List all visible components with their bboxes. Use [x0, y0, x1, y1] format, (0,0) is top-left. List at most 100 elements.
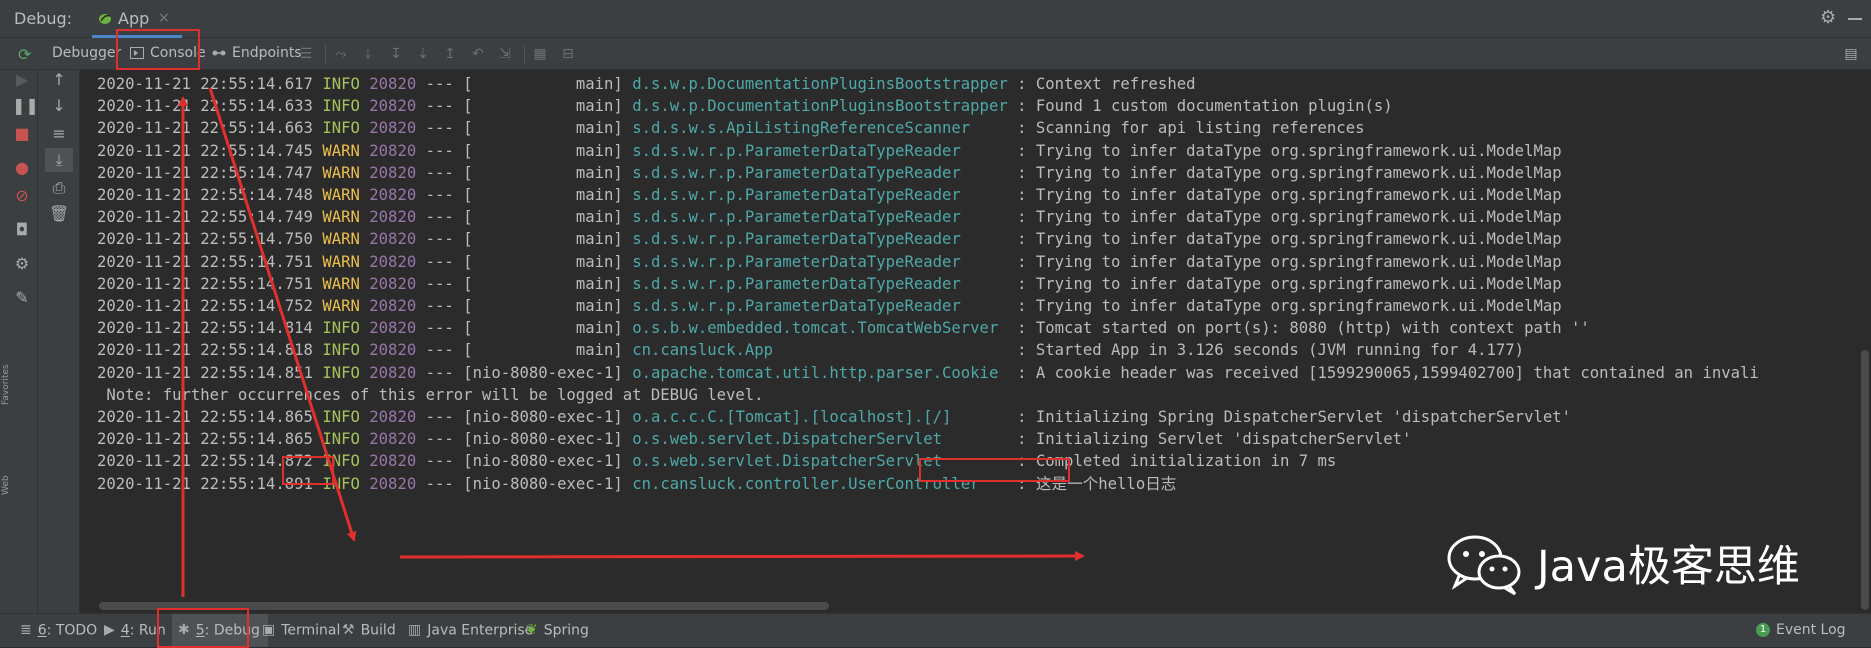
log-thread: [nio-8080-exec-1] — [463, 430, 623, 449]
log-thread: [ main] — [463, 75, 623, 93]
log-logger: s.d.s.w.r.p.ParameterDataTypeReader — [632, 252, 1008, 271]
log-message: : Trying to infer dataType org.springfra… — [1017, 163, 1562, 182]
log-level: INFO — [322, 75, 360, 93]
log-pid: 20820 — [369, 230, 417, 249]
log-thread: [nio-8080-exec-1] — [463, 363, 623, 382]
camera-icon[interactable]: ◘ — [12, 220, 32, 240]
endpoints-icon — [212, 50, 226, 56]
evaluate-expression-icon[interactable]: ▦ — [532, 46, 548, 62]
debug-label: Debug: — [14, 9, 73, 28]
tool-tab-label: : TODO — [46, 622, 98, 639]
close-icon[interactable]: × — [158, 10, 170, 26]
clear-all-icon[interactable]: 🗑 — [49, 204, 69, 224]
tab-endpoints[interactable]: Endpoints — [212, 38, 302, 69]
tool-tab-build[interactable]: ⚒ Build — [342, 614, 396, 647]
log-pid: 20820 — [369, 430, 417, 449]
drop-frame-icon[interactable]: ↶ — [470, 46, 486, 62]
event-log-label: Event Log — [1776, 622, 1846, 638]
side-panel-tab[interactable]: Favorites — [1, 364, 11, 405]
log-separator: --- — [425, 252, 454, 271]
rerun-icon[interactable]: ⟳ — [18, 45, 31, 64]
gear-icon[interactable]: ⚙ — [1820, 9, 1838, 27]
up-arrow-icon[interactable]: ↑ — [49, 70, 69, 90]
run-to-cursor-icon[interactable]: ⇲ — [497, 46, 513, 62]
event-badge: 1 — [1756, 623, 1770, 637]
log-message: : A cookie header was received [15992900… — [1017, 363, 1759, 382]
debug-title-bar: Debug: App × ⚙ — [0, 0, 1871, 38]
log-thread: [ main] — [463, 208, 623, 227]
mute-breakpoints-icon[interactable]: ⊘ — [12, 186, 32, 206]
vertical-scrollbar[interactable] — [1861, 350, 1869, 610]
log-pid: 20820 — [369, 119, 417, 138]
log-thread: [nio-8080-exec-1] — [463, 452, 623, 471]
log-thread: [ main] — [463, 274, 623, 293]
log-logger: s.d.s.w.r.p.ParameterDataTypeReader — [632, 186, 1008, 204]
log-thread: [nio-8080-exec-1] — [463, 408, 623, 426]
log-level: WARN — [322, 186, 360, 204]
log-separator: --- — [425, 141, 454, 160]
tool-tab-terminal[interactable]: ▣ Terminal — [262, 614, 340, 647]
trace-icon[interactable]: ⊟ — [560, 46, 576, 62]
resume-icon[interactable]: ▶ — [12, 70, 32, 90]
pin-icon[interactable]: ✎ — [12, 288, 32, 308]
log-separator: --- — [425, 430, 454, 449]
log-level: INFO — [322, 363, 360, 382]
down-arrow-icon[interactable]: ↓ — [49, 96, 69, 116]
minimize-icon[interactable] — [1848, 18, 1862, 20]
tool-window-bar: ≣ 6: TODO ▶ 4: Run ✱ 5: Debug ▣ Terminal ⚒ Bu… — [0, 608, 1871, 648]
log-message: : Started App in 3.126 seconds (JVM runn… — [1017, 341, 1525, 360]
info-level-highlight-box — [282, 456, 334, 485]
log-separator: --- — [425, 274, 454, 293]
log-pid: 20820 — [369, 452, 417, 471]
log-message: : Scanning for api listing references — [1017, 119, 1365, 138]
log-pid: 20820 — [369, 186, 417, 204]
step-over-icon[interactable]: ⤓ — [360, 46, 376, 62]
log-logger: s.d.s.w.r.p.ParameterDataTypeReader — [632, 230, 1008, 249]
log-level: WARN — [322, 208, 360, 227]
tool-tab-number: 6 — [37, 622, 47, 639]
spring-boot-icon — [99, 14, 111, 24]
side-panel-tab[interactable]: Web — [1, 455, 11, 495]
show-execution-point-icon[interactable]: ⤳ — [333, 46, 349, 62]
event-log-button[interactable]: 1 Event Log — [1756, 614, 1846, 647]
log-message: : Trying to infer dataType org.springfra… — [1017, 230, 1562, 249]
log-logger: d.s.w.p.DocumentationPluginsBootstrapper — [632, 97, 1008, 116]
log-thread: [ main] — [463, 252, 623, 271]
tool-tab-todo[interactable]: ≣ 6: TODO — [20, 614, 97, 647]
log-pid: 20820 — [369, 474, 417, 493]
step-out-icon[interactable]: ↥ — [442, 46, 458, 62]
log-pid: 20820 — [369, 75, 417, 93]
debug-tab-highlight-box — [157, 608, 249, 648]
scroll-to-end-icon[interactable]: ⤓ — [45, 148, 73, 172]
log-level: WARN — [322, 252, 360, 271]
view-breakpoints-icon[interactable]: ● — [12, 158, 32, 178]
print-icon[interactable]: ⎙ — [49, 178, 69, 198]
log-timestamp: 2020-11-21 22:55:14.891 — [97, 474, 313, 493]
tool-tab-java-enterprise[interactable]: ▥ Java Enterprise — [408, 614, 533, 647]
tool-tab-spring[interactable]: ❦ Spring — [526, 614, 589, 647]
log-separator: --- — [425, 119, 454, 138]
log-separator: --- — [425, 319, 454, 338]
stop-icon[interactable]: ■ — [12, 124, 32, 144]
log-level: INFO — [322, 408, 360, 426]
force-step-into-icon[interactable]: ⇣ — [415, 46, 431, 62]
log-timestamp: 2020-11-21 22:55:14.814 — [97, 319, 313, 338]
log-timestamp: 2020-11-21 22:55:14.617 — [97, 75, 313, 93]
log-pid: 20820 — [369, 297, 417, 315]
log-timestamp: 2020-11-21 22:55:14.633 — [97, 97, 313, 116]
tab-app-label: App — [118, 9, 150, 28]
log-thread: [ main] — [463, 297, 623, 315]
tab-debugger[interactable]: Debugger — [52, 38, 121, 69]
log-thread: [nio-8080-exec-1] — [463, 474, 623, 493]
layout-icon[interactable]: ▤ — [1843, 46, 1859, 62]
step-into-icon[interactable]: ↧ — [388, 46, 404, 62]
menu-icon[interactable]: ☰ — [298, 46, 314, 62]
log-logger: o.a.c.c.C.[Tomcat].[localhost].[/] — [632, 408, 1008, 426]
wechat-icon — [1447, 535, 1521, 596]
log-pid: 20820 — [369, 319, 417, 338]
tool-tab-label: Build — [360, 622, 396, 639]
log-logger: cn.cansluck.App — [632, 341, 1008, 360]
soft-wrap-icon[interactable]: ≡ — [49, 124, 69, 144]
settings-icon[interactable]: ⚙ — [12, 254, 32, 274]
pause-icon[interactable]: ❚❚ — [12, 96, 39, 116]
